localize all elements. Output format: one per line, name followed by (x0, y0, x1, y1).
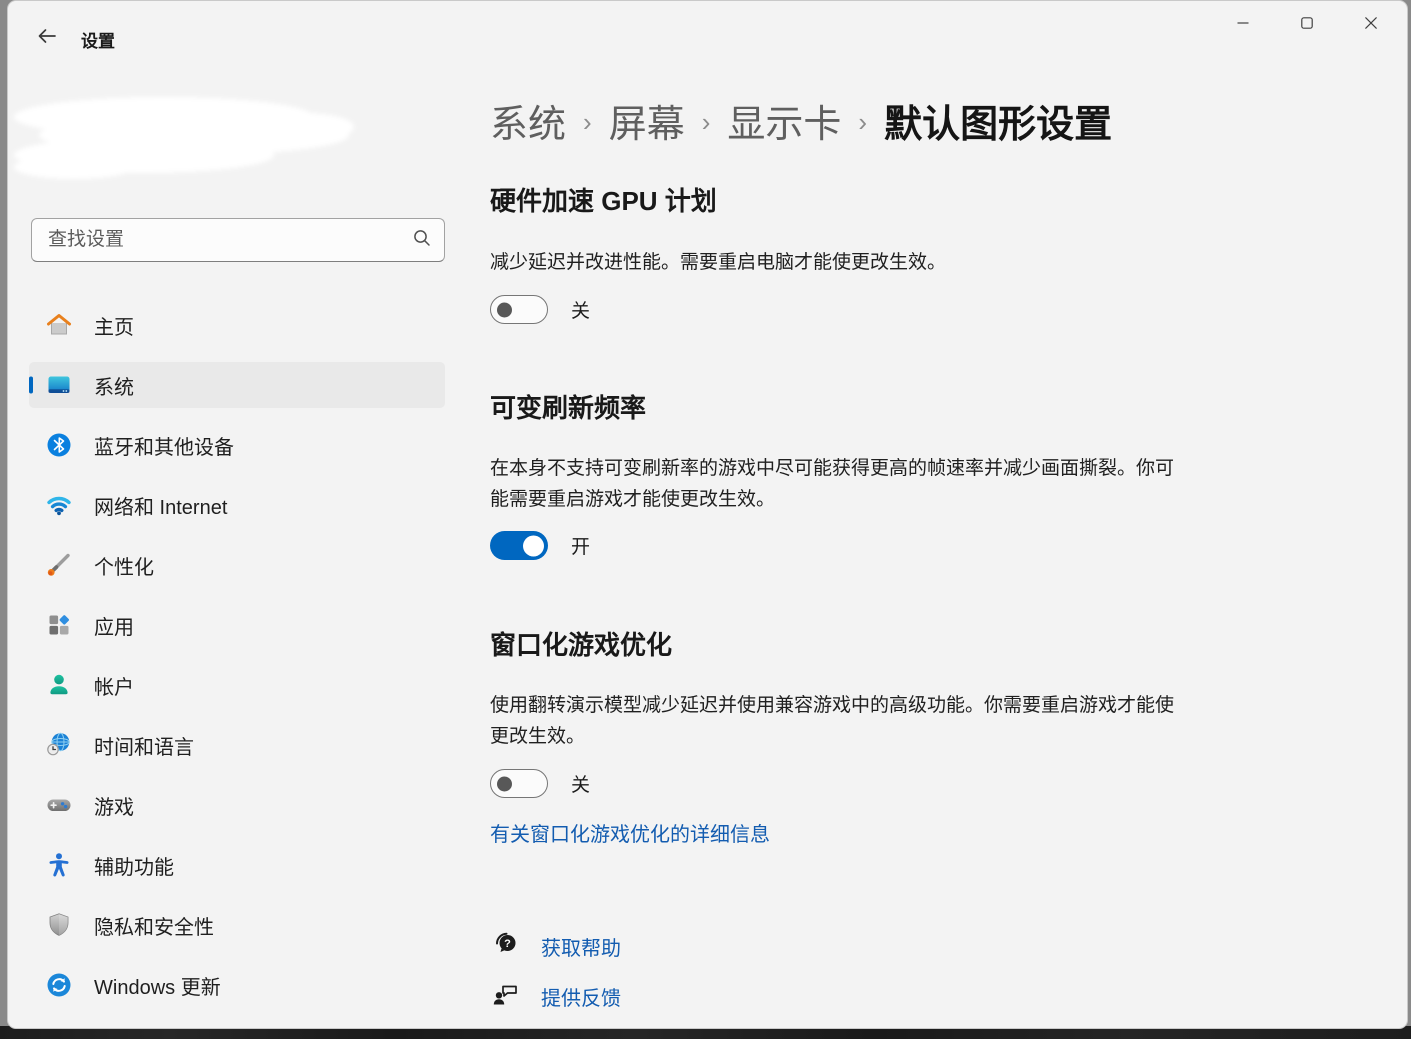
close-icon (1365, 17, 1377, 29)
time-language-icon (45, 731, 73, 759)
sidebar-item-label: Windows 更新 (94, 971, 221, 1000)
sidebar-item-windows-update[interactable]: Windows 更新 (29, 962, 445, 1008)
privacy-icon (45, 911, 73, 939)
sidebar-item-label: 网络和 Internet (94, 491, 227, 520)
window-controls (1211, 1, 1403, 45)
network-icon (45, 491, 73, 519)
sidebar-item-label: 辅助功能 (94, 851, 174, 880)
minimize-button[interactable] (1211, 1, 1275, 45)
back-button[interactable] (28, 23, 66, 53)
breadcrumb-system[interactable]: 系统 (490, 93, 566, 148)
feedback-link[interactable]: 提供反馈 (491, 979, 621, 1014)
gaming-icon (45, 791, 73, 819)
sidebar-item-apps[interactable]: 应用 (29, 602, 445, 648)
section-desc-gpu-scheduling: 减少延迟并改进性能。需要重启电脑才能使更改生效。 (490, 247, 1184, 278)
section-desc-windowed-games: 使用翻转演示模型减少延迟并使用兼容游戏中的高级功能。你需要重启游戏才能使更改生效… (490, 690, 1184, 752)
page-title: 默认图形设置 (884, 93, 1112, 148)
sidebar-item-label: 游戏 (94, 791, 134, 820)
search-input[interactable] (46, 228, 412, 252)
breadcrumb-graphics[interactable]: 显示卡 (727, 93, 841, 148)
sidebar-item-accessibility[interactable]: 辅助功能 (29, 842, 445, 888)
app-title: 设置 (81, 27, 115, 52)
sidebar-item-label: 应用 (94, 611, 134, 640)
apps-icon (45, 611, 73, 639)
windowed-games-toggle[interactable] (490, 769, 548, 798)
settings-window: 设置 主页 (7, 0, 1408, 1029)
windowed-games-toggle-label: 关 (571, 770, 590, 797)
minimize-icon (1237, 17, 1249, 29)
sidebar-item-privacy[interactable]: 隐私和安全性 (29, 902, 445, 948)
breadcrumb-display[interactable]: 屏幕 (609, 93, 685, 148)
toggle-knob (523, 535, 544, 556)
chevron-right-icon: › (583, 104, 592, 138)
feedback-icon (491, 979, 521, 1014)
sidebar-item-time-language[interactable]: 时间和语言 (29, 722, 445, 768)
maximize-button[interactable] (1275, 1, 1339, 45)
desktop: { "titlebar": { "app_title": "设置" }, "si… (0, 0, 1411, 1039)
sidebar-item-label: 时间和语言 (94, 731, 194, 760)
sidebar-item-label: 系统 (94, 371, 134, 400)
section-title-windowed-games: 窗口化游戏优化 (490, 625, 672, 662)
redaction-smudge (4, 89, 384, 189)
back-arrow-icon (36, 26, 58, 51)
personalization-icon (45, 551, 73, 579)
sidebar-item-label: 蓝牙和其他设备 (94, 431, 234, 460)
gpu-scheduling-toggle-label: 关 (571, 296, 590, 323)
sidebar-item-label: 主页 (94, 311, 134, 340)
chevron-right-icon: › (702, 104, 711, 138)
sidebar-item-label: 隐私和安全性 (94, 911, 214, 940)
windows-update-icon (45, 971, 73, 999)
close-button[interactable] (1339, 1, 1403, 45)
sidebar-item-bluetooth[interactable]: 蓝牙和其他设备 (29, 422, 445, 468)
windowed-games-info-link[interactable]: 有关窗口化游戏优化的详细信息 (490, 818, 770, 847)
search-icon (412, 228, 432, 253)
sidebar-item-network[interactable]: 网络和 Internet (29, 482, 445, 528)
chevron-right-icon: › (858, 104, 867, 138)
gpu-scheduling-toggle[interactable] (490, 295, 548, 324)
toggle-knob (497, 302, 512, 317)
sidebar-item-personalization[interactable]: 个性化 (29, 542, 445, 588)
section-title-gpu-scheduling: 硬件加速 GPU 计划 (490, 181, 717, 218)
sidebar-item-home[interactable]: 主页 (29, 302, 445, 348)
home-icon (45, 311, 73, 339)
toggle-knob (497, 776, 512, 791)
get-help-icon: ? (491, 929, 521, 964)
get-help-link[interactable]: ? 获取帮助 (491, 929, 621, 964)
sidebar-nav: 主页 系统 蓝牙和其他设备 网络和 Internet 个性化 (29, 302, 445, 1022)
search-box (31, 218, 445, 262)
feedback-label: 提供反馈 (541, 982, 621, 1011)
section-title-vrr: 可变刷新频率 (490, 388, 646, 425)
sidebar-item-system[interactable]: 系统 (29, 362, 445, 408)
accessibility-icon (45, 851, 73, 879)
sidebar-item-label: 个性化 (94, 551, 154, 580)
system-icon (45, 371, 73, 399)
get-help-label: 获取帮助 (541, 932, 621, 961)
vrr-toggle[interactable] (490, 531, 548, 560)
sidebar-item-gaming[interactable]: 游戏 (29, 782, 445, 828)
section-desc-vrr: 在本身不支持可变刷新率的游戏中尽可能获得更高的帧速率并减少画面撕裂。你可能需要重… (490, 453, 1184, 515)
breadcrumb: 系统 › 屏幕 › 显示卡 › 默认图形设置 (490, 93, 1112, 148)
svg-text:?: ? (504, 938, 511, 950)
accounts-icon (45, 671, 73, 699)
sidebar-item-accounts[interactable]: 帐户 (29, 662, 445, 708)
vrr-toggle-label: 开 (571, 532, 590, 559)
maximize-icon (1301, 17, 1313, 29)
bluetooth-icon (45, 431, 73, 459)
sidebar-item-label: 帐户 (94, 671, 134, 700)
